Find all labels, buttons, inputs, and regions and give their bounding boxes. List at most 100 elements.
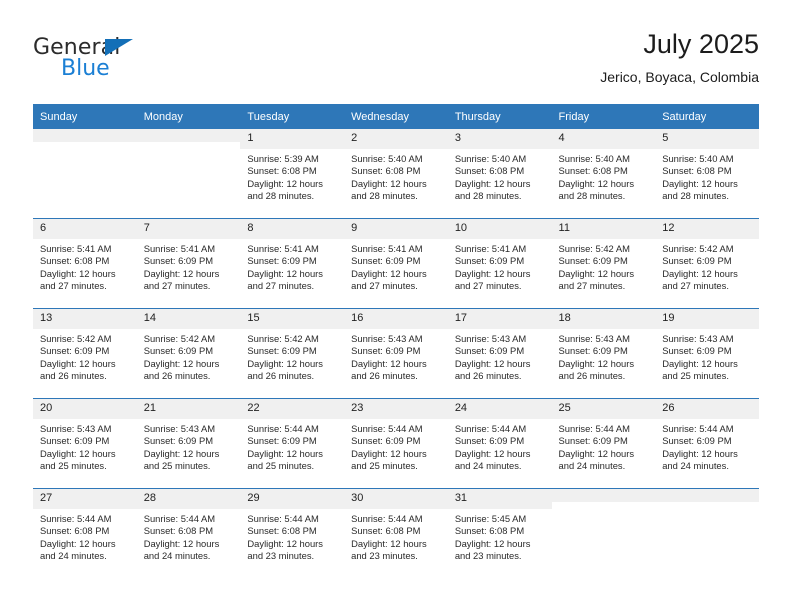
daylight-text-line2: and 26 minutes. [40,370,107,382]
daylight-text-line2: and 25 minutes. [143,460,211,472]
day-number: 23 [344,399,448,419]
day-details: Sunrise: 5:41 AM Sunset: 6:09 PM Daylight:… [344,239,448,293]
daylight-text-line1: Daylight: 12 hours [558,357,635,369]
logo-text-blue: Blue [61,56,110,81]
sunset-text: Sunset: 6:09 PM [454,345,525,357]
calendar-body: 1 Sunrise: 5:39 AM Sunset: 6:08 PM Daylight… [33,129,759,578]
daylight-text-line1: Daylight: 12 hours [40,357,116,369]
daylight-text-line1: Daylight: 12 hours [351,537,427,549]
sunrise-text: Sunrise: 5:43 AM [558,333,630,344]
day-details: Sunrise: 5:43 AM Sunset: 6:09 PM Daylight:… [552,329,656,383]
sunrise-text: Sunrise: 5:43 AM [143,423,216,434]
calendar-day-cell[interactable]: 8 Sunrise: 5:41 AM Sunset: 6:09 PM Daylight… [240,218,345,309]
day-number: 17 [447,309,552,329]
calendar-day-cell[interactable]: 31 Sunrise: 5:45 AM Sunset: 6:08 PM Dayligh… [447,488,552,578]
calendar-day-cell[interactable]: 30 Sunrise: 5:44 AM Sunset: 6:08 PM Dayligh… [344,488,448,578]
weekday-header-thursday: Thursday [447,104,552,129]
general-blue-logo[interactable]: General Blue [33,36,193,86]
day-number: 13 [33,309,137,329]
daylight-text-line1: Daylight: 12 hours [143,267,220,279]
sunset-text: Sunset: 6:09 PM [454,255,525,267]
calendar-day-cell[interactable]: 13 Sunrise: 5:42 AM Sunset: 6:09 PM Dayligh… [33,308,137,399]
daylight-text-line2: and 26 minutes. [454,370,522,382]
daylight-text-line2: and 25 minutes. [40,460,107,472]
calendar-day-cell[interactable]: 23 Sunrise: 5:44 AM Sunset: 6:09 PM Dayligh… [344,398,448,489]
calendar-day-cell[interactable]: 9 Sunrise: 5:41 AM Sunset: 6:09 PM Daylight… [344,218,448,309]
calendar-day-cell[interactable]: 12 Sunrise: 5:42 AM Sunset: 6:09 PM Dayligh… [655,218,759,309]
calendar-day-cell[interactable]: 28 Sunrise: 5:44 AM Sunset: 6:08 PM Dayligh… [136,488,241,578]
day-details: Sunrise: 5:43 AM Sunset: 6:09 PM Daylight:… [448,329,552,383]
sunrise-text: Sunrise: 5:44 AM [143,513,216,524]
day-details: Sunrise: 5:43 AM Sunset: 6:09 PM Daylight:… [33,419,137,473]
calendar-day-cell-empty [655,488,759,578]
daylight-text-line1: Daylight: 12 hours [454,357,531,369]
weekday-header-saturday: Saturday [655,104,759,129]
title-block: July 2025 Jerico, Boyaca, Colombia [600,28,759,87]
sunset-text: Sunset: 6:09 PM [247,435,317,447]
calendar-day-cell-empty [136,129,241,219]
day-details: Sunrise: 5:44 AM Sunset: 6:09 PM Daylight:… [240,419,344,473]
sunset-text: Sunset: 6:09 PM [143,255,214,267]
sunset-text: Sunset: 6:09 PM [558,435,628,447]
daylight-text-line2: and 25 minutes. [247,460,315,472]
sunrise-text: Sunrise: 5:41 AM [143,243,216,254]
sunset-text: Sunset: 6:09 PM [351,435,421,447]
calendar-day-cell[interactable]: 17 Sunrise: 5:43 AM Sunset: 6:09 PM Dayligh… [447,308,552,399]
sunrise-text: Sunrise: 5:43 AM [351,333,423,344]
calendar-day-cell[interactable]: 19 Sunrise: 5:43 AM Sunset: 6:09 PM Dayligh… [655,308,759,399]
sunrise-text: Sunrise: 5:42 AM [247,333,319,344]
daylight-text-line1: Daylight: 12 hours [351,447,427,459]
calendar-week-row: 6 Sunrise: 5:41 AM Sunset: 6:08 PM Daylight… [33,218,759,309]
day-number: 25 [551,399,656,419]
day-number [136,129,241,142]
daylight-text-line2: and 26 minutes. [558,370,626,382]
sunset-text: Sunset: 6:09 PM [662,255,732,267]
calendar-day-cell[interactable]: 11 Sunrise: 5:42 AM Sunset: 6:09 PM Dayligh… [551,218,656,309]
calendar-day-cell[interactable]: 4 Sunrise: 5:40 AM Sunset: 6:08 PM Daylight… [551,129,656,219]
daylight-text-line2: and 27 minutes. [247,280,315,292]
calendar-day-cell[interactable]: 14 Sunrise: 5:42 AM Sunset: 6:09 PM Dayligh… [136,308,241,399]
day-number: 30 [344,489,448,509]
day-number: 31 [447,489,552,509]
calendar-page: General Blue July 2025 Jerico, Boyaca, C… [0,0,792,612]
daylight-text-line1: Daylight: 12 hours [662,357,738,369]
daylight-text-line2: and 26 minutes. [247,370,315,382]
daylight-text-line1: Daylight: 12 hours [351,357,427,369]
calendar-day-cell[interactable]: 7 Sunrise: 5:41 AM Sunset: 6:09 PM Daylight… [136,218,241,309]
calendar-day-cell[interactable]: 26 Sunrise: 5:44 AM Sunset: 6:09 PM Dayligh… [655,398,759,489]
day-details: Sunrise: 5:44 AM Sunset: 6:09 PM Daylight:… [448,419,552,473]
calendar-day-cell[interactable]: 22 Sunrise: 5:44 AM Sunset: 6:09 PM Dayligh… [240,398,345,489]
calendar-day-cell[interactable]: 27 Sunrise: 5:44 AM Sunset: 6:08 PM Dayligh… [33,488,137,578]
calendar-day-cell[interactable]: 25 Sunrise: 5:44 AM Sunset: 6:09 PM Dayligh… [551,398,656,489]
calendar-day-cell[interactable]: 5 Sunrise: 5:40 AM Sunset: 6:08 PM Daylight… [655,129,759,219]
calendar-day-cell[interactable]: 21 Sunrise: 5:43 AM Sunset: 6:09 PM Dayligh… [136,398,241,489]
sunrise-text: Sunrise: 5:42 AM [40,333,112,344]
day-details: Sunrise: 5:44 AM Sunset: 6:08 PM Daylight:… [240,509,344,563]
calendar-day-cell[interactable]: 2 Sunrise: 5:40 AM Sunset: 6:08 PM Daylight… [344,129,448,219]
day-details: Sunrise: 5:42 AM Sunset: 6:09 PM Daylight:… [552,239,656,293]
day-details: Sunrise: 5:40 AM Sunset: 6:08 PM Daylight:… [552,149,656,203]
daylight-text-line2: and 28 minutes. [247,190,315,202]
calendar-day-cell[interactable]: 3 Sunrise: 5:40 AM Sunset: 6:08 PM Daylight… [447,129,552,219]
calendar-day-cell[interactable]: 18 Sunrise: 5:43 AM Sunset: 6:09 PM Dayligh… [551,308,656,399]
day-details: Sunrise: 5:41 AM Sunset: 6:08 PM Daylight:… [33,239,137,293]
calendar-day-cell[interactable]: 20 Sunrise: 5:43 AM Sunset: 6:09 PM Dayligh… [33,398,137,489]
sunrise-text: Sunrise: 5:44 AM [662,423,734,434]
sunrise-text: Sunrise: 5:44 AM [454,423,527,434]
calendar-day-cell[interactable]: 1 Sunrise: 5:39 AM Sunset: 6:08 PM Daylight… [240,129,345,219]
calendar-day-cell[interactable]: 10 Sunrise: 5:41 AM Sunset: 6:09 PM Dayligh… [447,218,552,309]
sunset-text: Sunset: 6:08 PM [40,525,110,537]
daylight-text-line2: and 27 minutes. [143,280,211,292]
day-number [655,489,759,502]
daylight-text-line2: and 28 minutes. [454,190,522,202]
calendar-day-cell[interactable]: 15 Sunrise: 5:42 AM Sunset: 6:09 PM Dayligh… [240,308,345,399]
sunrise-text: Sunrise: 5:44 AM [558,423,630,434]
daylight-text-line2: and 27 minutes. [662,280,729,292]
calendar-day-cell[interactable]: 29 Sunrise: 5:44 AM Sunset: 6:08 PM Dayligh… [240,488,345,578]
day-number: 9 [344,219,448,239]
calendar-day-cell[interactable]: 16 Sunrise: 5:43 AM Sunset: 6:09 PM Dayligh… [344,308,448,399]
calendar-day-cell[interactable]: 24 Sunrise: 5:44 AM Sunset: 6:09 PM Dayligh… [447,398,552,489]
weekday-header-tuesday: Tuesday [240,104,345,129]
day-details: Sunrise: 5:40 AM Sunset: 6:08 PM Daylight:… [344,149,448,203]
calendar-day-cell[interactable]: 6 Sunrise: 5:41 AM Sunset: 6:08 PM Daylight… [33,218,137,309]
